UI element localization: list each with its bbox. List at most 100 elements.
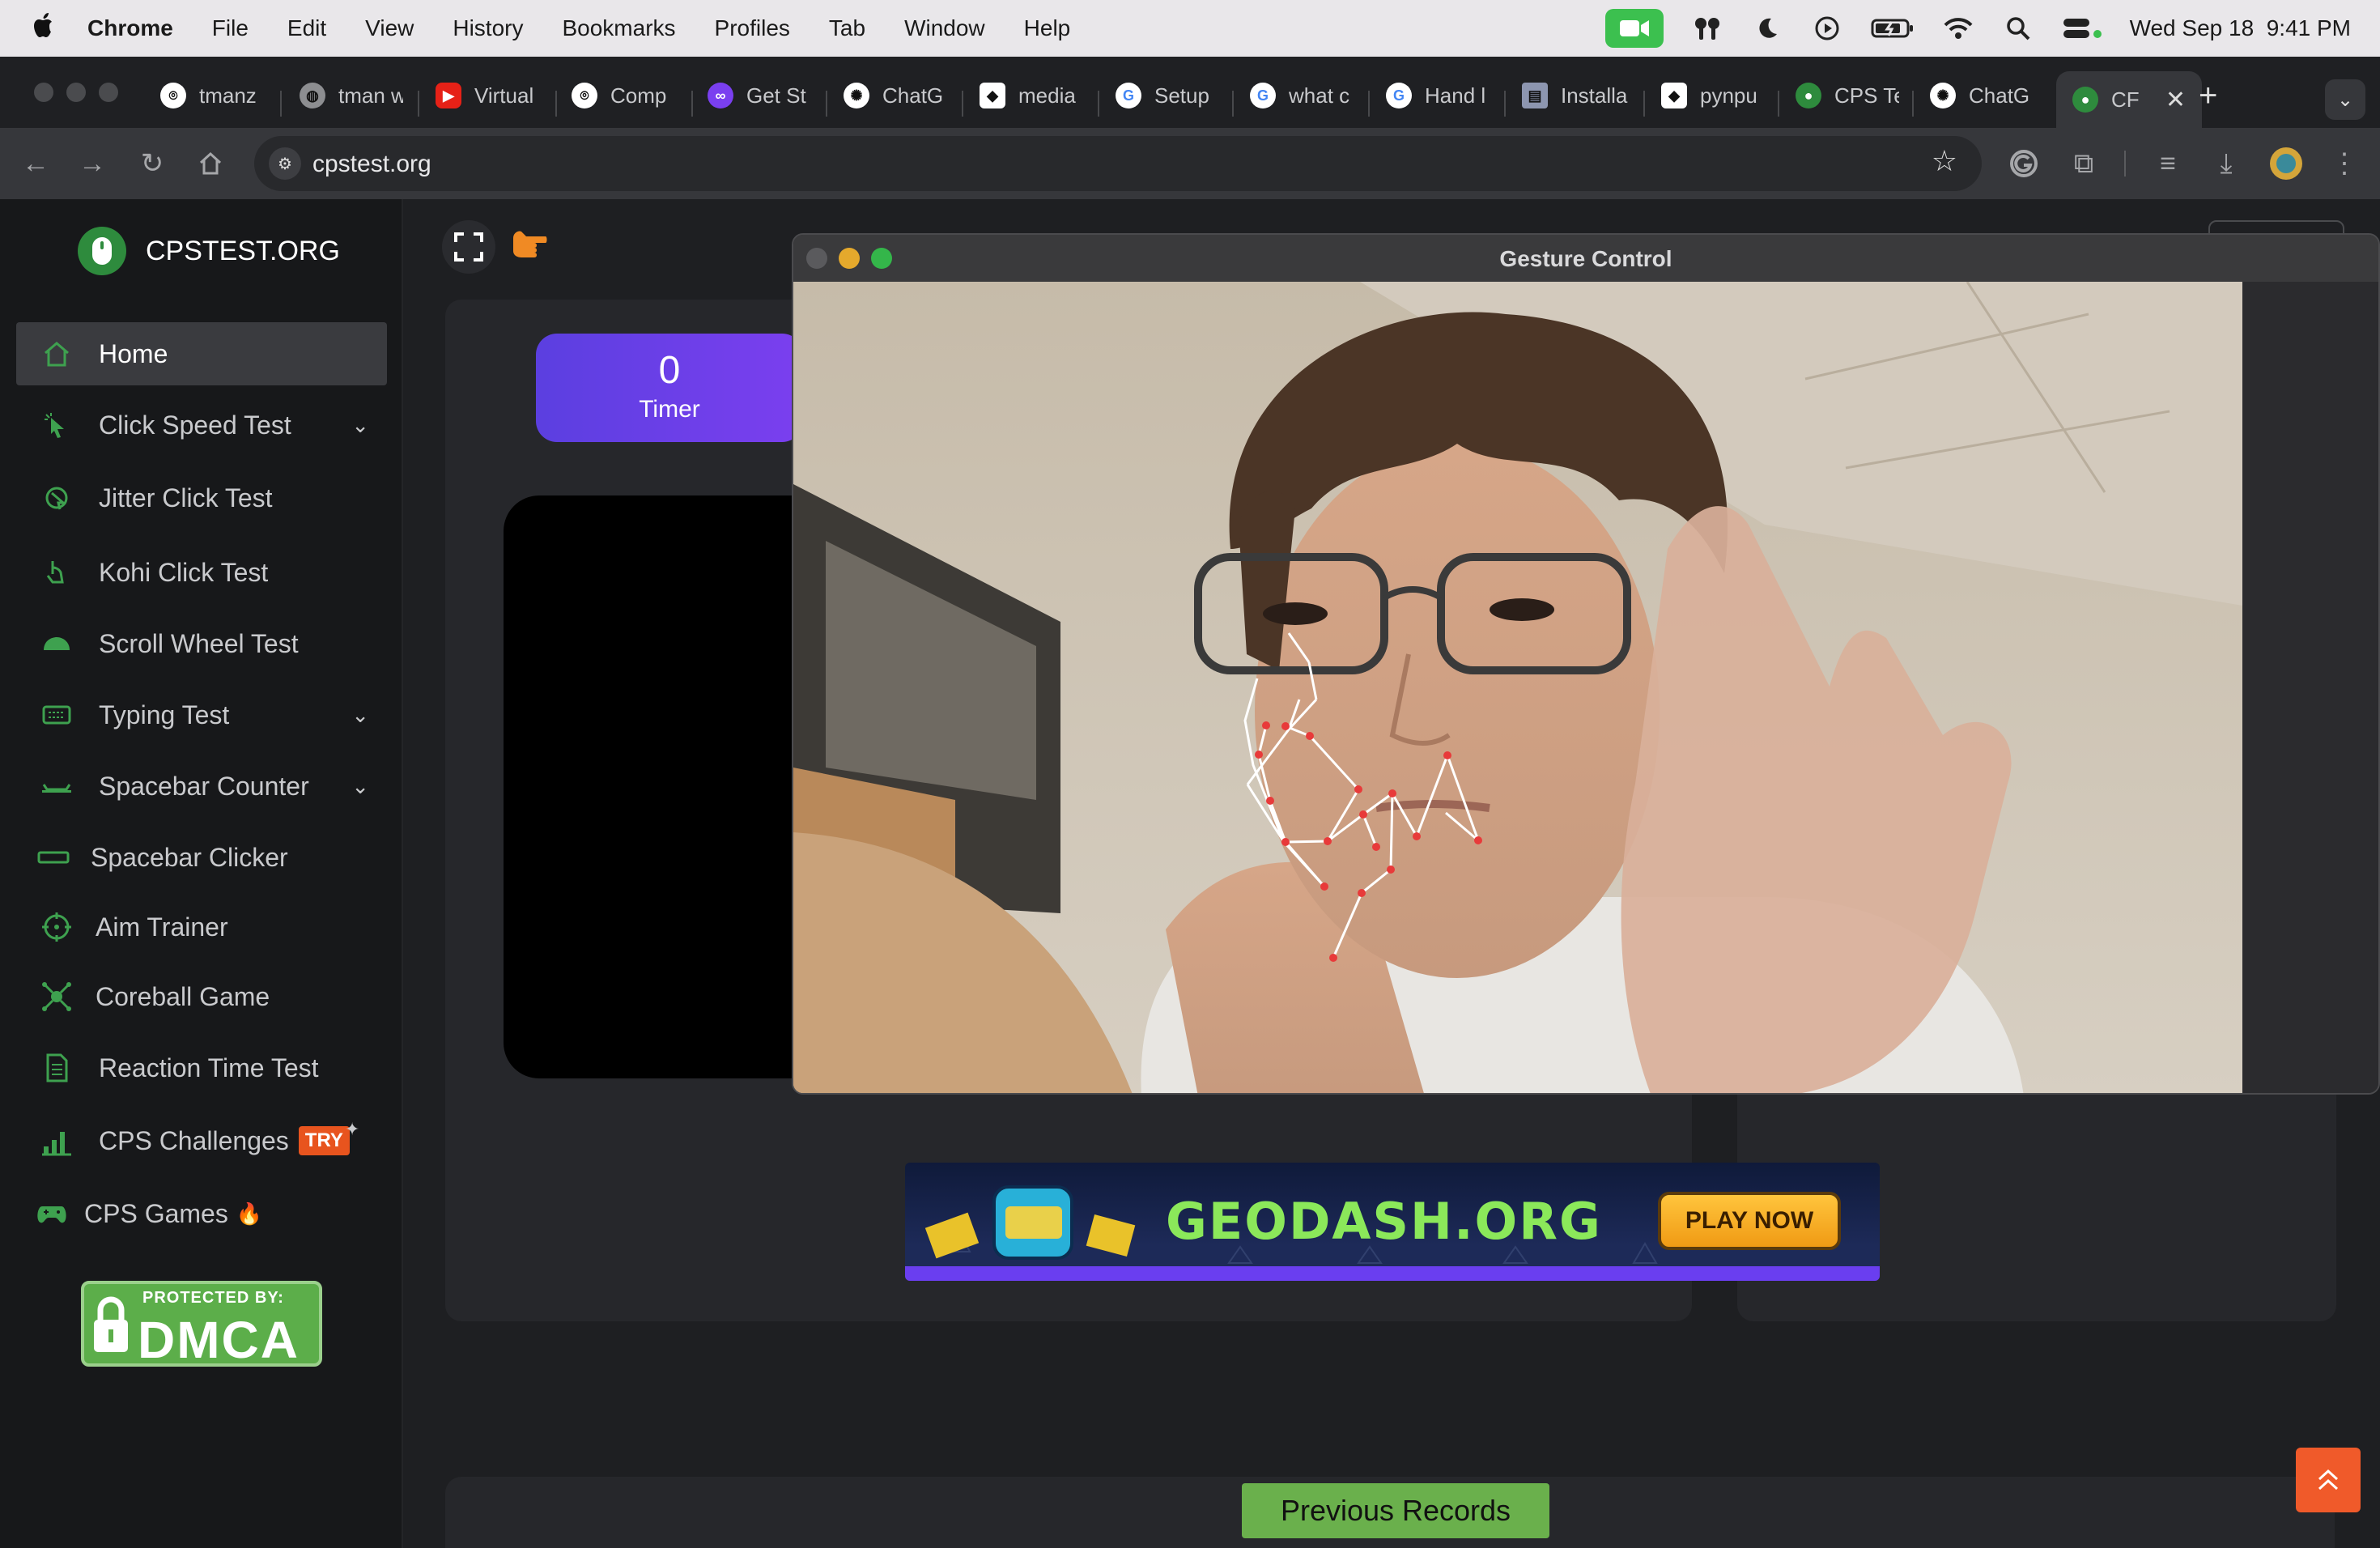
dmca-badge[interactable]: PROTECTED BY: DMCA [81, 1281, 322, 1369]
new-tab-button[interactable]: + [2199, 78, 2217, 114]
sparkle-icon: ✦ [344, 1119, 360, 1139]
tab-title: Hand l [1425, 83, 1486, 108]
wifi-icon[interactable] [1942, 12, 1974, 45]
play-now-button[interactable]: PLAY NOW [1658, 1192, 1841, 1250]
menu-window[interactable]: Window [904, 15, 985, 41]
control-center-icon[interactable] [2062, 12, 2102, 45]
browser-tab[interactable]: G Setup [1116, 71, 1219, 120]
browser-tab[interactable]: ◍ tman w [300, 71, 403, 120]
hand-pointer-icon [40, 556, 73, 589]
browser-tab[interactable]: ✺ ChatG [844, 71, 947, 120]
extensions-puzzle-icon[interactable]: ⧉ [2066, 146, 2102, 181]
sidebar-item-cps-games[interactable]: CPS Games 🔥 [16, 1182, 387, 1245]
apple-menu-icon[interactable] [32, 11, 62, 46]
window-minimize-button[interactable] [66, 83, 86, 102]
sidebar-item-spacebar-counter[interactable]: Spacebar Counter ⌄ [16, 755, 387, 818]
sidebar-item-spacebar-clicker[interactable]: Spacebar Clicker [16, 826, 387, 889]
previous-records-button[interactable]: Previous Records [1242, 1483, 1549, 1538]
menu-view[interactable]: View [365, 15, 414, 41]
geodash-ad-banner[interactable]: GEODASH.ORG PLAY NOW [905, 1163, 1880, 1281]
sidebar-item-typing-test[interactable]: Typing Test ⌄ [16, 683, 387, 746]
reload-icon[interactable]: ↻ [134, 146, 170, 181]
sidebar-item-scroll-wheel-test[interactable]: Scroll Wheel Test [16, 612, 387, 675]
menu-tab[interactable]: Tab [829, 15, 865, 41]
sidebar-item-jitter-click-test[interactable]: Jitter Click Test [16, 466, 387, 529]
sidebar-item-label: Kohi Click Test [99, 557, 269, 587]
now-playing-icon[interactable] [1811, 12, 1843, 45]
grammarly-icon[interactable] [2006, 146, 2042, 181]
browser-toolbar: ← → ↻ ⚙ cpstest.org ☆ ⧉ ≡ ⤓ ⋮ [0, 128, 2380, 199]
address-bar[interactable]: ⚙ cpstest.org ☆ [254, 136, 1982, 191]
browser-tab[interactable]: ◆ pynpu [1661, 71, 1765, 120]
hand-pointer-icon[interactable] [510, 228, 547, 267]
back-arrow-icon[interactable]: ← [18, 146, 53, 181]
tab-title: Setup [1154, 83, 1209, 108]
tab-title: Get St [746, 83, 806, 108]
sidebar-item-coreball-game[interactable]: Coreball Game [16, 965, 387, 1028]
browser-tab[interactable]: ● CPS Te [1796, 71, 1899, 120]
google-icon: G [1116, 83, 1141, 108]
chevron-down-icon[interactable]: ⌄ [351, 774, 369, 799]
more-menu-icon[interactable]: ⋮ [2327, 146, 2362, 181]
bookmark-star-icon[interactable]: ☆ [1932, 144, 1957, 178]
battery-icon[interactable] [1871, 12, 1915, 45]
browser-tab[interactable]: ⌾ tmanz [160, 71, 259, 120]
window-title: Gesture Control [1499, 246, 1672, 271]
forward-arrow-icon[interactable]: → [74, 146, 110, 181]
window-zoom-button[interactable] [99, 83, 118, 102]
crosshair-icon [40, 911, 73, 943]
sidebar-item-reaction-time-test[interactable]: Reaction Time Test [16, 1036, 387, 1099]
airpods-icon[interactable] [1691, 12, 1723, 45]
chevron-down-icon[interactable]: ⌄ [351, 703, 369, 728]
menu-file[interactable]: File [212, 15, 249, 41]
coreball-icon [40, 980, 73, 1013]
tab-title: tmanz [199, 83, 257, 108]
macos-menu-bar: Chrome File Edit View History Bookmarks … [0, 0, 2380, 57]
browser-tab-active[interactable]: ● CF ✕ [2056, 71, 2202, 128]
tab-search-button[interactable]: ⌄ [2325, 79, 2365, 120]
spotlight-search-icon[interactable] [2002, 12, 2034, 45]
close-tab-icon[interactable]: ✕ [2165, 86, 2186, 114]
webcam-image [793, 281, 2242, 1093]
browser-tab[interactable]: G Hand l [1386, 71, 1490, 120]
download-icon[interactable]: ⤓ [2208, 146, 2244, 181]
focus-moon-icon[interactable] [1751, 12, 1783, 45]
browser-tab[interactable]: G what c [1250, 71, 1354, 120]
chevron-down-icon[interactable]: ⌄ [351, 413, 369, 438]
sidebar-item-kohi-click-test[interactable]: Kohi Click Test [16, 541, 387, 604]
media-queue-icon[interactable]: ≡ [2150, 146, 2186, 181]
browser-tab[interactable]: ∞ Get St [708, 71, 811, 120]
browser-tab[interactable]: ◆ media [980, 71, 1083, 120]
menu-edit[interactable]: Edit [287, 15, 326, 41]
tab-title: tman w [338, 83, 403, 108]
browser-tab[interactable]: ⌾ Comp [572, 71, 675, 120]
tab-title: pynpu [1700, 83, 1757, 108]
menu-history[interactable]: History [453, 15, 523, 41]
timer-value: 0 [658, 349, 681, 392]
fullscreen-button[interactable] [442, 220, 495, 274]
banner-stripe [905, 1266, 1880, 1281]
menu-profiles[interactable]: Profiles [715, 15, 790, 41]
mouse-icon: ● [2072, 87, 2098, 113]
profile-avatar[interactable] [2268, 146, 2304, 181]
scroll-to-top-button[interactable] [2296, 1448, 2361, 1512]
menu-bookmarks[interactable]: Bookmarks [562, 15, 675, 41]
camera-in-use-icon[interactable] [1604, 9, 1664, 48]
menu-app-name[interactable]: Chrome [87, 15, 173, 41]
home-icon[interactable] [193, 146, 228, 181]
menu-help[interactable]: Help [1024, 15, 1071, 41]
window-close-button[interactable] [34, 83, 53, 102]
sidebar-item-home[interactable]: Home [16, 322, 387, 385]
menu-clock[interactable]: Wed Sep 18 9:41 PM [2130, 15, 2351, 41]
sidebar-item-cps-challenges[interactable]: CPS Challenges TRY ✦ [16, 1109, 387, 1172]
sidebar-item-aim-trainer[interactable]: Aim Trainer [16, 895, 387, 959]
sidebar-item-label: Home [99, 338, 168, 368]
sidebar-item-click-speed-test[interactable]: Click Speed Test ⌄ [16, 393, 387, 457]
browser-tab[interactable]: ▤ Installa [1522, 71, 1635, 120]
browser-tab[interactable]: ▶ Virtual [436, 71, 542, 120]
window-titlebar[interactable]: Gesture Control [793, 235, 2378, 282]
browser-tab[interactable]: ✺ ChatG [1930, 71, 2034, 120]
site-info-icon[interactable]: ⚙ [269, 147, 301, 180]
url-text[interactable]: cpstest.org [312, 151, 431, 178]
brand[interactable]: CPSTEST.ORG [78, 227, 340, 275]
